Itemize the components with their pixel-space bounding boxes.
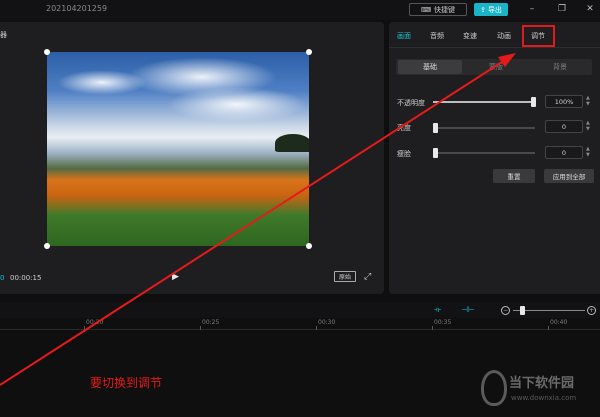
- ratio-button[interactable]: 原始: [334, 271, 356, 282]
- resize-handle[interactable]: [44, 243, 50, 249]
- player-panel: 器 0 00:00:15 ▶ 原始 ⤢: [0, 22, 384, 294]
- slim-face-slider-thumb[interactable]: [433, 148, 438, 158]
- tick-label: 00:35: [434, 319, 452, 326]
- tab-animation[interactable]: 动画: [497, 31, 511, 41]
- close-icon[interactable]: ✕: [584, 3, 596, 15]
- slim-face-value[interactable]: 0: [545, 146, 583, 159]
- slim-face-slider[interactable]: [433, 148, 535, 158]
- brightness-slider[interactable]: [433, 123, 535, 133]
- export-icon: ⇪: [480, 5, 486, 14]
- opacity-stepper-icon[interactable]: ▲ ▼: [586, 95, 592, 107]
- tick-mark: [316, 326, 317, 330]
- tick-label: 00:30: [318, 319, 336, 326]
- slim-face-stepper-icon[interactable]: ▲ ▼: [586, 146, 592, 158]
- tick-mark: [548, 326, 549, 330]
- magnet-icon[interactable]: ⟛: [434, 305, 441, 315]
- tick-mark: [84, 326, 85, 330]
- player-title: 器: [0, 31, 7, 39]
- play-icon[interactable]: ▶: [172, 272, 182, 282]
- tick-mark: [200, 326, 201, 330]
- shortcut-label: 快捷键: [434, 5, 456, 14]
- tab-speed[interactable]: 变速: [463, 31, 477, 41]
- total-time: 00:00:15: [10, 274, 42, 282]
- cloud-shape: [57, 70, 147, 95]
- properties-panel: 画面 音频 变速 动画 调节 基础 蒙版 背景 不透明度 100% ▲ ▼ 亮度 …: [389, 22, 600, 294]
- tree-shape: [275, 134, 309, 152]
- zoom-in-icon[interactable]: +: [587, 306, 596, 315]
- brightness-label: 亮度: [397, 124, 411, 132]
- watermark-title: 当下软件园: [509, 376, 575, 391]
- link-icon[interactable]: ⊣⊢: [461, 305, 475, 314]
- watermark: 当下软件园 www.downxia.com: [481, 370, 600, 410]
- cloud-shape: [167, 87, 307, 122]
- zoom-slider-thumb[interactable]: [520, 306, 525, 315]
- resize-handle[interactable]: [306, 243, 312, 249]
- video-preview[interactable]: [47, 52, 309, 246]
- timeline-toolbar: [0, 302, 600, 318]
- opacity-slider[interactable]: [433, 97, 536, 107]
- reset-button[interactable]: 重置: [493, 169, 535, 183]
- tick-mark: [432, 326, 433, 330]
- opacity-value[interactable]: 100%: [545, 95, 583, 108]
- zoom-out-icon[interactable]: −: [501, 306, 510, 315]
- subtab-background[interactable]: 背景: [528, 59, 592, 75]
- fullscreen-icon[interactable]: ⤢: [364, 272, 374, 282]
- minimize-icon[interactable]: –: [526, 3, 538, 15]
- resize-handle[interactable]: [44, 49, 50, 55]
- subtab-basic[interactable]: 基础: [398, 60, 462, 74]
- watermark-url: www.downxia.com: [511, 394, 577, 402]
- tick-label: 00:40: [550, 319, 568, 326]
- panel-tabs: 画面 音频 变速 动画 调节: [389, 22, 600, 48]
- subtab-mask[interactable]: 蒙版: [464, 59, 528, 75]
- brightness-value[interactable]: 0: [545, 120, 583, 133]
- tick-label: 00:25: [202, 319, 220, 326]
- apply-all-button[interactable]: 应用到全部: [544, 169, 594, 183]
- tick-label: 00:20: [86, 319, 104, 326]
- slim-face-label: 瘦脸: [397, 150, 411, 158]
- annotation-text: 要切换到调节: [90, 376, 163, 390]
- opacity-label: 不透明度: [397, 99, 425, 107]
- current-time: 0: [0, 274, 5, 282]
- brightness-stepper-icon[interactable]: ▲ ▼: [586, 120, 592, 132]
- title-bar: 202104201259 ⌨ 快捷键 ⇪ 导出 – ❐ ✕: [0, 0, 600, 20]
- opacity-slider-fill: [433, 101, 535, 103]
- subtab-group: 基础 蒙版 背景: [396, 59, 592, 75]
- tab-picture[interactable]: 画面: [397, 31, 411, 41]
- resize-handle[interactable]: [306, 49, 312, 55]
- export-label: 导出: [487, 5, 502, 14]
- adjust-tab-highlight: [522, 25, 555, 47]
- export-button[interactable]: ⇪ 导出: [474, 3, 508, 16]
- opacity-slider-thumb[interactable]: [531, 97, 536, 107]
- shortcut-button[interactable]: ⌨ 快捷键: [409, 3, 467, 16]
- restore-icon[interactable]: ❐: [556, 3, 568, 15]
- project-title: 202104201259: [46, 4, 108, 13]
- tab-audio[interactable]: 音频: [430, 31, 444, 41]
- watermark-logo-icon: [481, 370, 507, 406]
- brightness-slider-thumb[interactable]: [433, 123, 438, 133]
- keyboard-icon: ⌨: [420, 5, 432, 14]
